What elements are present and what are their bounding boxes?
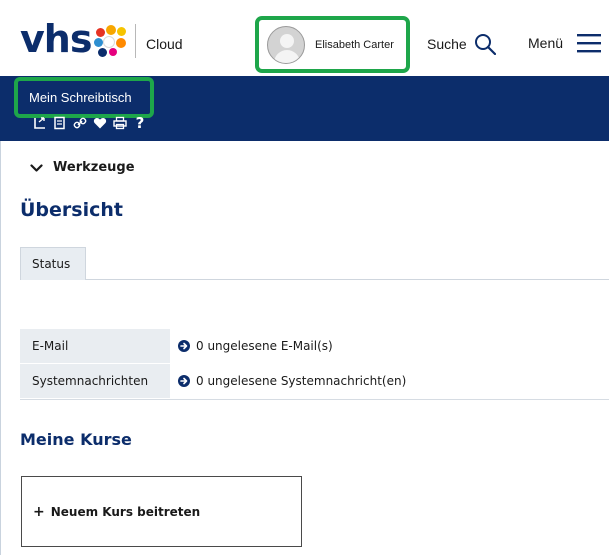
search-icon (474, 34, 496, 55)
overview-heading: Übersicht (20, 199, 123, 221)
document-icon[interactable] (53, 116, 67, 130)
search-button[interactable]: Suche (427, 33, 496, 55)
site-header: vhs Cloud Elisabeth Carter Suche Menü (0, 0, 609, 76)
menu-label: Menü (528, 35, 564, 51)
plus-icon: + (33, 503, 45, 520)
arrow-circle-right-icon (178, 375, 190, 387)
heart-icon[interactable] (93, 116, 107, 130)
desk-title-highlight: Mein Schreibtisch (14, 77, 154, 118)
table-row: Systemnachrichten 0 ungelesene Systemnac… (20, 364, 609, 399)
join-course-label: Neuem Kurs beitreten (50, 504, 201, 519)
avatar (267, 25, 305, 64)
tab-status[interactable]: Status (20, 247, 86, 280)
user-profile-button[interactable]: Elisabeth Carter (255, 16, 410, 73)
status-table: E-Mail 0 ungelesene E-Mail(s) Systemnach… (20, 329, 609, 399)
logo-divider (135, 24, 136, 58)
courses-heading: Meine Kurse (20, 430, 132, 449)
unread-system-messages-link[interactable]: 0 ungelesene Systemnachricht(en) (170, 364, 609, 398)
enter-icon[interactable] (33, 116, 47, 130)
desk-toolbar: ? (33, 114, 147, 132)
row-label-email: E-Mail (20, 329, 170, 363)
tools-toggle[interactable]: Werkzeuge (30, 160, 135, 175)
search-label: Suche (427, 36, 467, 52)
row-label-system-messages: Systemnachrichten (20, 364, 170, 398)
arrow-circle-right-icon (178, 340, 190, 352)
logo-dots-icon (93, 24, 129, 58)
join-course-button[interactable]: + Neuem Kurs beitreten (21, 476, 302, 547)
link-icon[interactable] (73, 116, 87, 130)
unread-email-link[interactable]: 0 ungelesene E-Mail(s) (170, 329, 609, 363)
unread-system-messages-text: 0 ungelesene Systemnachricht(en) (196, 374, 407, 388)
logo-text: vhs (20, 17, 92, 61)
table-row: E-Mail 0 ungelesene E-Mail(s) (20, 329, 609, 364)
tabs-divider (20, 279, 609, 280)
user-name: Elisabeth Carter (315, 38, 394, 51)
print-icon[interactable] (113, 116, 127, 130)
chevron-down-icon (30, 163, 43, 172)
menu-button[interactable]: Menü (528, 33, 602, 53)
hamburger-icon (577, 34, 602, 53)
section-divider (20, 399, 609, 400)
product-name: Cloud (146, 36, 183, 52)
page-title: Mein Schreibtisch (29, 90, 132, 105)
help-icon[interactable]: ? (133, 114, 147, 132)
tools-label: Werkzeuge (53, 160, 135, 175)
vhs-logo[interactable]: vhs (20, 20, 129, 58)
unread-email-text: 0 ungelesene E-Mail(s) (196, 339, 333, 353)
